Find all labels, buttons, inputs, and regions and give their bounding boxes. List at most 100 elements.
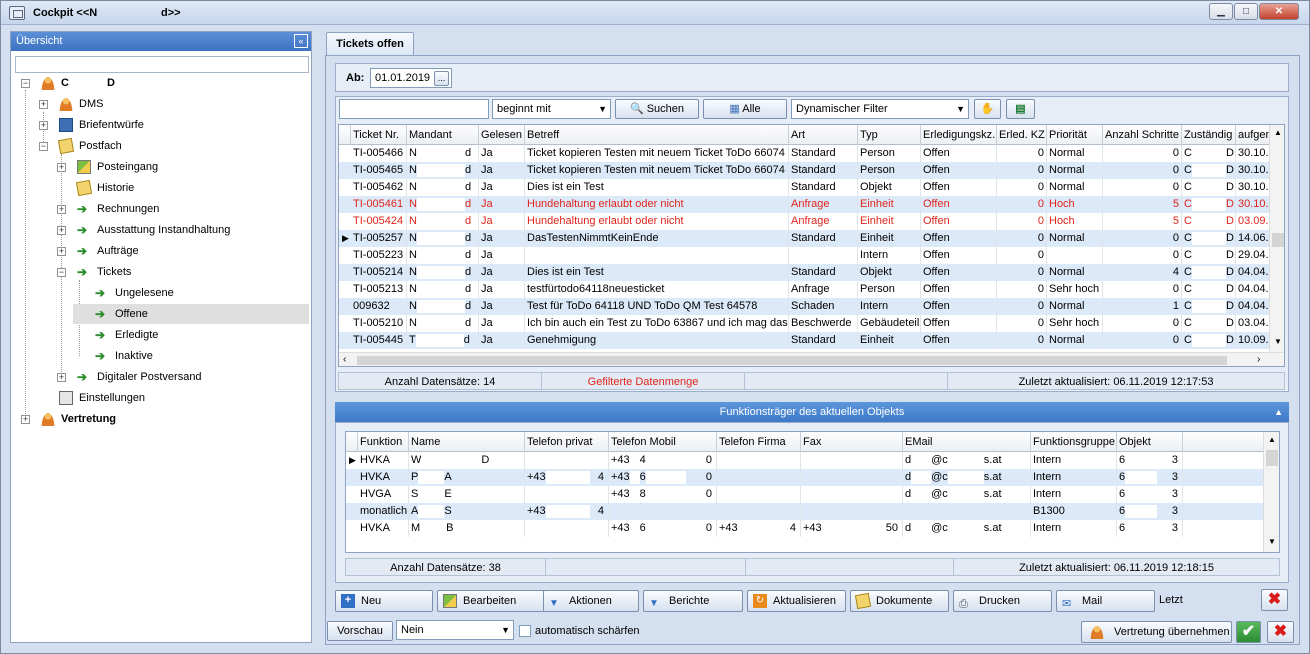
tree-item-vertretung[interactable]: + Vertretung [19, 409, 309, 429]
ticket-row[interactable]: TI-005462 Nd Ja Dies ist ein Test Standard Ob… [339, 179, 1270, 196]
chevron-right-icon[interactable]: › [1257, 354, 1260, 365]
scroll-thumb[interactable] [1272, 233, 1284, 247]
tree-item-dms[interactable]: + DMS [37, 94, 309, 114]
collapse-icon[interactable]: − [21, 79, 30, 88]
col-zustaendig[interactable]: Zuständig [1182, 125, 1236, 145]
tree-root[interactable]: − C D [19, 73, 309, 93]
reports-button[interactable]: ▼ Berichte [643, 590, 743, 612]
tree-item-historie[interactable]: Historie [55, 178, 309, 198]
expand-icon[interactable]: + [57, 373, 66, 382]
expand-icon[interactable]: + [57, 247, 66, 256]
edit-button[interactable]: Bearbeiten [437, 590, 545, 612]
mail-button[interactable]: ✉ Mail [1056, 590, 1155, 612]
search-mode-select[interactable]: beginnt mit ▼ [492, 99, 611, 119]
close-panel-button[interactable]: ✖ [1261, 589, 1288, 611]
function-row[interactable]: HVKA P A +43 4 +43 6 0 d @c s.at Intern 6 3 [346, 469, 1263, 486]
tree-item-auftraege[interactable]: + ➔ Aufträge [55, 241, 309, 261]
tab-tickets-offen[interactable]: Tickets offen [326, 32, 414, 56]
expand-icon[interactable]: + [57, 163, 66, 172]
collapse-icon[interactable]: − [39, 142, 48, 151]
tree-item-inaktive[interactable]: ➔ Inaktive [73, 346, 309, 366]
excel-export-button[interactable]: ▤ [1006, 99, 1035, 119]
col-gelesen[interactable]: Gelesen [479, 125, 525, 145]
confirm-button[interactable]: ✔ [1236, 621, 1261, 643]
scroll-thumb[interactable] [357, 356, 1227, 365]
tree-item-postversand[interactable]: + ➔ Digitaler Postversand [55, 367, 309, 387]
expand-icon[interactable]: + [21, 415, 30, 424]
tickets-horizontal-scrollbar[interactable]: ‹ › [339, 352, 1284, 366]
preview-button[interactable]: Vorschau [327, 621, 393, 641]
expand-icon[interactable]: + [39, 121, 48, 130]
chevron-up-icon[interactable]: ▲ [1268, 435, 1276, 444]
ticket-row[interactable]: TI-005223 Nd Ja Intern Offen 0 0 C D 29.04. [339, 247, 1270, 264]
expand-icon[interactable]: + [39, 100, 48, 109]
search-button[interactable]: 🔍 Suchen [615, 99, 699, 119]
functions-vertical-scrollbar[interactable]: ▲ ▼ [1263, 432, 1279, 552]
tickets-vertical-scrollbar[interactable]: ▲ ▼ [1269, 125, 1284, 352]
col-funktion[interactable]: Funktion [358, 432, 409, 452]
col-anzahl-schritte[interactable]: Anzahl Schritte [1103, 125, 1182, 145]
cancel-button[interactable]: ✖ [1267, 621, 1294, 643]
tree-item-postfach[interactable]: − Postfach [37, 136, 309, 156]
ticket-row[interactable]: TI-005214 Nd Ja Dies ist ein Test Standard Ob… [339, 264, 1270, 281]
col-art[interactable]: Art [789, 125, 858, 145]
tree-item-briefentwuerfe[interactable]: + Briefentwürfe [37, 115, 309, 135]
chevron-left-icon[interactable]: ‹ [343, 354, 346, 365]
col-fax[interactable]: Fax [801, 432, 903, 452]
date-picker-button[interactable]: ... [434, 71, 449, 86]
tree-item-einstellungen[interactable]: Einstellungen [37, 388, 309, 408]
expand-icon[interactable]: + [57, 205, 66, 214]
tree-filter-input[interactable] [15, 56, 309, 73]
new-button[interactable]: + Neu [335, 590, 433, 612]
search-input[interactable] [339, 99, 489, 119]
col-ticket-nr[interactable]: Ticket Nr. [351, 125, 407, 145]
col-funktionsgruppe[interactable]: Funktionsgruppe [1031, 432, 1117, 452]
tree-item-offene[interactable]: ➔ Offene [73, 304, 309, 324]
ticket-row[interactable]: TI-005445 Td Ja Genehmigung Standard Einheit O… [339, 332, 1270, 349]
function-row[interactable]: HVKA M B +43 6 0 +43 4 +43 50 d @c s.at Intern 6 3 [346, 520, 1263, 537]
col-telefon-mobil[interactable]: Telefon Mobil [609, 432, 717, 452]
tree-item-rechnungen[interactable]: + ➔ Rechnungen [55, 199, 309, 219]
dynamic-filter-select[interactable]: Dynamischer Filter ▼ [791, 99, 969, 119]
col-betreff[interactable]: Betreff [525, 125, 789, 145]
ticket-row[interactable]: TI-005424 Nd Ja Hundehaltung erlaubt oder n… [339, 213, 1270, 230]
functions-header[interactable]: Funktionsträger des aktuellen Objekts ▲ [335, 402, 1289, 422]
function-row[interactable]: HVGA S E +43 8 0 d @c s.at Intern 6 3 [346, 486, 1263, 503]
auto-sharpen-checkbox[interactable] [519, 625, 531, 637]
collapse-panel-button[interactable]: « [294, 34, 308, 48]
col-aufgenommen[interactable]: aufgen [1236, 125, 1270, 145]
ticket-row[interactable]: TI-005465 Nd Ja Ticket kopieren Testen mit … [339, 162, 1270, 179]
ticket-row[interactable]: ▶ TI-005257 Nd Ja DasTestenNimmtKeinEnde Stan… [339, 230, 1270, 247]
scroll-thumb[interactable] [1266, 450, 1278, 466]
collapse-icon[interactable]: − [57, 268, 66, 277]
minimize-button[interactable]: ▁ [1209, 3, 1233, 20]
ticket-row[interactable]: 009632 Nd Ja Test für ToDo 64118 UND ToDo Q… [339, 298, 1270, 315]
col-typ[interactable]: Typ [858, 125, 921, 145]
ticket-row[interactable]: TI-005213 Nd Ja testfürtodo64118neuesticket… [339, 281, 1270, 298]
col-email[interactable]: EMail [903, 432, 1031, 452]
refresh-button[interactable]: ↻ Aktualisieren [747, 590, 846, 612]
close-window-button[interactable]: ✕ [1259, 3, 1299, 20]
col-name[interactable]: Name [409, 432, 525, 452]
tree-item-erledigte[interactable]: ➔ Erledigte [73, 325, 309, 345]
function-row[interactable]: monatlich A S +43 4 B1300 6 3 [346, 503, 1263, 520]
all-button[interactable]: ▦ Alle [703, 99, 787, 119]
ticket-row[interactable]: TI-005210 Nd Ja Ich bin auch ein Test zu To… [339, 315, 1270, 332]
maximize-button[interactable]: □ [1234, 3, 1258, 20]
col-telefon-privat[interactable]: Telefon privat [525, 432, 609, 452]
function-row[interactable]: ▶ HVKA W D +43 4 0 d @c s.at Intern 6 3 [346, 452, 1263, 469]
tree-item-posteingang[interactable]: + Posteingang [55, 157, 309, 177]
collapse-up-icon[interactable]: ▲ [1274, 402, 1283, 422]
col-erled-kz[interactable]: Erled. KZ [997, 125, 1047, 145]
actions-button[interactable]: ▼ Aktionen [543, 590, 639, 612]
ticket-row[interactable]: TI-005466 Nd Ja Ticket kopieren Testen mit … [339, 145, 1270, 162]
col-mandant[interactable]: Mandant [407, 125, 479, 145]
tree-item-tickets[interactable]: − ➔ Tickets [55, 262, 309, 282]
chevron-down-icon[interactable]: ▼ [1274, 337, 1282, 346]
documents-button[interactable]: Dokumente [850, 590, 949, 612]
filter-edit-button[interactable]: ✋ [974, 99, 1001, 119]
chevron-down-icon[interactable]: ▼ [1268, 537, 1276, 546]
ticket-row[interactable]: TI-005461 Nd Ja Hundehaltung erlaubt oder n… [339, 196, 1270, 213]
tree-item-ausstattung[interactable]: + ➔ Ausstattung Instandhaltung [55, 220, 309, 240]
take-over-representation-button[interactable]: Vertretung übernehmen [1081, 621, 1232, 643]
